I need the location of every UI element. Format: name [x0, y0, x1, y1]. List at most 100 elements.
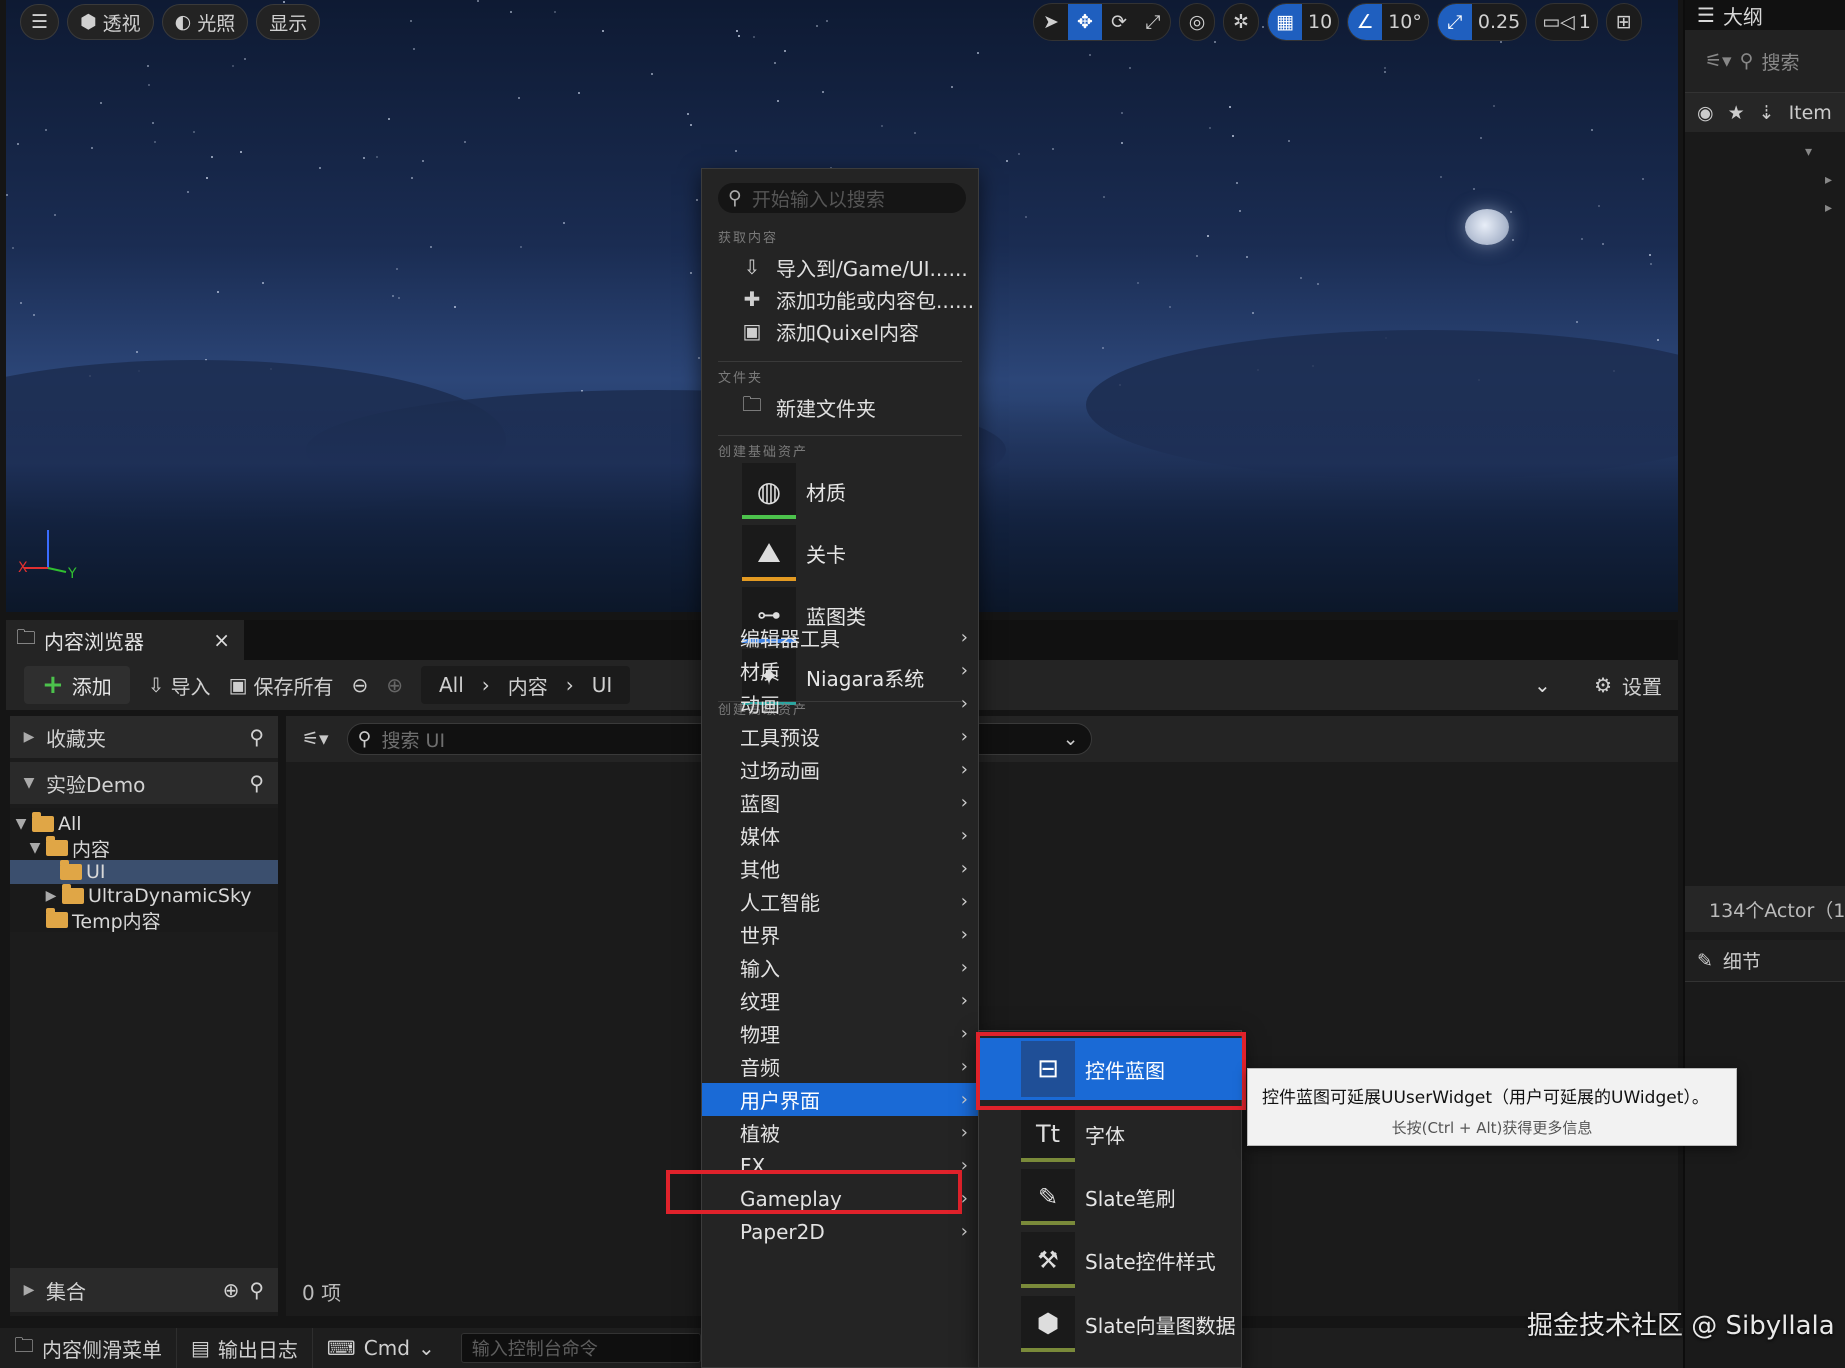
grid-snap-toggle[interactable]: ▦ — [1268, 4, 1302, 40]
surface-snap-button[interactable]: ✲ — [1224, 4, 1258, 40]
collections-section[interactable]: ▶ 集合 ⊕ ⚲ — [10, 1268, 278, 1312]
back-icon[interactable]: ⊖ — [351, 673, 368, 697]
brush-icon: ✎ — [1037, 1183, 1059, 1211]
asset-material[interactable]: ◍ 材质 — [742, 461, 972, 521]
cmd-dropdown[interactable]: ⌨ Cmd ⌄ — [313, 1328, 449, 1368]
content-drawer-button[interactable]: 🗀 内容侧滑菜单 — [0, 1328, 177, 1368]
project-section[interactable]: ▼ 实验Demo ⚲ — [10, 762, 278, 804]
breadcrumb-item[interactable]: All — [439, 673, 464, 697]
font-item[interactable]: Tt 字体 — [979, 1103, 1243, 1165]
submenu-category-label: 工具预设 — [740, 726, 820, 750]
star-icon[interactable]: ★ — [1728, 102, 1745, 124]
outliner-row-expander[interactable]: ▾ — [1805, 138, 1845, 166]
search-icon[interactable]: ⚲ — [249, 771, 264, 795]
breadcrumb-item[interactable]: 内容 — [508, 671, 548, 700]
import-to-item[interactable]: ⇩ 导入到/Game/UI...... — [702, 251, 980, 283]
outliner-tab[interactable]: ☰ 大纲 — [1685, 0, 1845, 30]
submenu-category-item[interactable]: 蓝图 › — [702, 786, 980, 819]
tree-item-content[interactable]: ▼ 内容 — [10, 836, 278, 861]
tree-item-all[interactable]: ▼ All — [10, 812, 278, 836]
favorites-section[interactable]: ▶ 收藏夹 ⚲ — [10, 716, 278, 758]
chevron-right-icon: › — [960, 858, 968, 879]
submenu-category-item[interactable]: 物理 › — [702, 1017, 980, 1050]
content-browser-tab[interactable]: 🗀 内容浏览器 × — [6, 620, 244, 660]
filter-icon[interactable]: ⚟▾ — [302, 728, 329, 750]
details-tab[interactable]: ✎ 细节 — [1685, 940, 1845, 982]
close-icon[interactable]: × — [213, 628, 230, 652]
asset-level[interactable]: ⛰ 关卡 — [742, 523, 972, 583]
submenu-category-item[interactable]: 纹理 › — [702, 984, 980, 1017]
select-tool-button[interactable]: ➤ — [1034, 4, 1068, 40]
rotate-tool-button[interactable]: ⟳ — [1102, 4, 1136, 40]
submenu-category-item[interactable]: 材质 › — [702, 654, 980, 687]
pin-icon[interactable]: ⇣ — [1759, 102, 1775, 124]
console-input[interactable]: 输入控制台命令 — [460, 1333, 701, 1363]
slate-widget-style-item[interactable]: ⚒ Slate控件样式 — [979, 1229, 1243, 1291]
menu-search-input[interactable]: ⚲ 开始输入以搜索 — [718, 183, 966, 213]
add-button[interactable]: + 添加 — [24, 666, 130, 704]
folder-tree: ▼ All ▼ 内容 UI ▶ UltraDynamicSky Temp内容 — [10, 808, 278, 933]
submenu-category-item[interactable]: 音频 › — [702, 1050, 980, 1083]
import-button[interactable]: ⇩ 导入 — [148, 671, 211, 700]
new-folder-item[interactable]: 🗀 新建文件夹 — [702, 391, 980, 423]
scale-snap-toggle[interactable]: ⤢ — [1437, 4, 1472, 40]
chevron-right-icon[interactable]: › — [482, 673, 490, 697]
view-mode-button[interactable]: ⬢ 透视 — [67, 4, 154, 40]
chevron-right-icon[interactable]: › — [566, 673, 574, 697]
submenu-category-item[interactable]: 过场动画 › — [702, 753, 980, 786]
breadcrumb-item[interactable]: UI — [592, 673, 613, 697]
rotation-snap-value[interactable]: 10° — [1382, 4, 1428, 40]
scale-tool-button[interactable]: ⤢ — [1136, 4, 1170, 40]
chevron-right-icon: › — [960, 1023, 968, 1044]
submenu-category-item[interactable]: 其他 › — [702, 852, 980, 885]
outliner-row-expander[interactable]: ▸ — [1805, 194, 1845, 222]
eye-icon[interactable]: ◉ — [1697, 102, 1714, 124]
submenu-category-item[interactable]: 媒体 › — [702, 819, 980, 852]
outliner-search-input[interactable]: 搜索 — [1762, 48, 1800, 75]
world-local-button[interactable]: ◎ — [1180, 4, 1214, 40]
submenu-category-label: 媒体 — [740, 825, 780, 849]
add-quixel-item[interactable]: ▣ 添加Quixel内容 — [702, 315, 980, 347]
submenu-category-label: 输入 — [740, 957, 780, 981]
show-button[interactable]: 显示 — [256, 4, 321, 40]
submenu-category-item[interactable]: 动画 › — [702, 687, 980, 720]
slate-vector-art-item[interactable]: ⬢ Slate向量图数据 — [979, 1293, 1243, 1355]
lighting-button[interactable]: ◐ 光照 — [161, 4, 249, 40]
item-column-header[interactable]: Item — [1789, 102, 1832, 124]
submenu-category-item[interactable]: 用户界面 › — [702, 1083, 980, 1116]
scale-snap-group: ⤢ 0.25 — [1436, 3, 1528, 41]
submenu-category-item[interactable]: 编辑器工具 › — [702, 621, 980, 654]
tree-item-temp[interactable]: Temp内容 — [10, 908, 278, 933]
search-icon[interactable]: ⚲ — [249, 725, 264, 749]
font-icon: Tt — [1035, 1120, 1061, 1148]
chevron-down-icon[interactable]: ⌄ — [1063, 728, 1079, 750]
slate-brush-item[interactable]: ✎ Slate笔刷 — [979, 1166, 1243, 1228]
tree-item-ultradynamicsky[interactable]: ▶ UltraDynamicSky — [10, 884, 278, 908]
outliner-row-expander[interactable]: ▸ — [1805, 166, 1845, 194]
submenu-category-item[interactable]: 输入 › — [702, 951, 980, 984]
submenu-category-item[interactable]: Paper2D › — [702, 1215, 980, 1248]
viewport-menu-button[interactable]: ☰ — [20, 4, 60, 40]
forward-icon[interactable]: ⊕ — [386, 673, 403, 697]
submenu-category-item[interactable]: 世界 › — [702, 918, 980, 951]
add-collection-icon[interactable]: ⊕ — [223, 1278, 240, 1302]
settings-button[interactable]: ⚙ 设置 — [1594, 671, 1662, 700]
filter-icon[interactable]: ⚟▾ — [1705, 50, 1732, 72]
grid-snap-value[interactable]: 10 — [1302, 4, 1338, 40]
layout-button[interactable]: ⊞ — [1607, 4, 1641, 40]
submenu-category-item[interactable]: 植被 › — [702, 1116, 980, 1149]
scale-snap-value[interactable]: 0.25 — [1472, 4, 1526, 40]
camera-speed-button[interactable]: ▭◁ 1 — [1536, 4, 1597, 40]
transform-tools: ➤ ✥ ⟳ ⤢ — [1033, 3, 1171, 41]
chevron-down-icon[interactable]: ⌄ — [1534, 673, 1551, 697]
output-log-button[interactable]: ▤ 输出日志 — [177, 1328, 313, 1368]
rotation-snap-toggle[interactable]: ∠ — [1348, 4, 1383, 40]
chevron-right-icon: › — [960, 825, 968, 846]
add-feature-item[interactable]: ✚ 添加功能或内容包...... — [702, 283, 980, 315]
save-all-button[interactable]: ▣ 保存所有 — [229, 671, 334, 700]
submenu-category-item[interactable]: 工具预设 › — [702, 720, 980, 753]
move-tool-button[interactable]: ✥ — [1068, 4, 1102, 40]
search-icon[interactable]: ⚲ — [249, 1278, 264, 1302]
submenu-category-item[interactable]: 人工智能 › — [702, 885, 980, 918]
tree-item-ui[interactable]: UI — [10, 860, 278, 884]
